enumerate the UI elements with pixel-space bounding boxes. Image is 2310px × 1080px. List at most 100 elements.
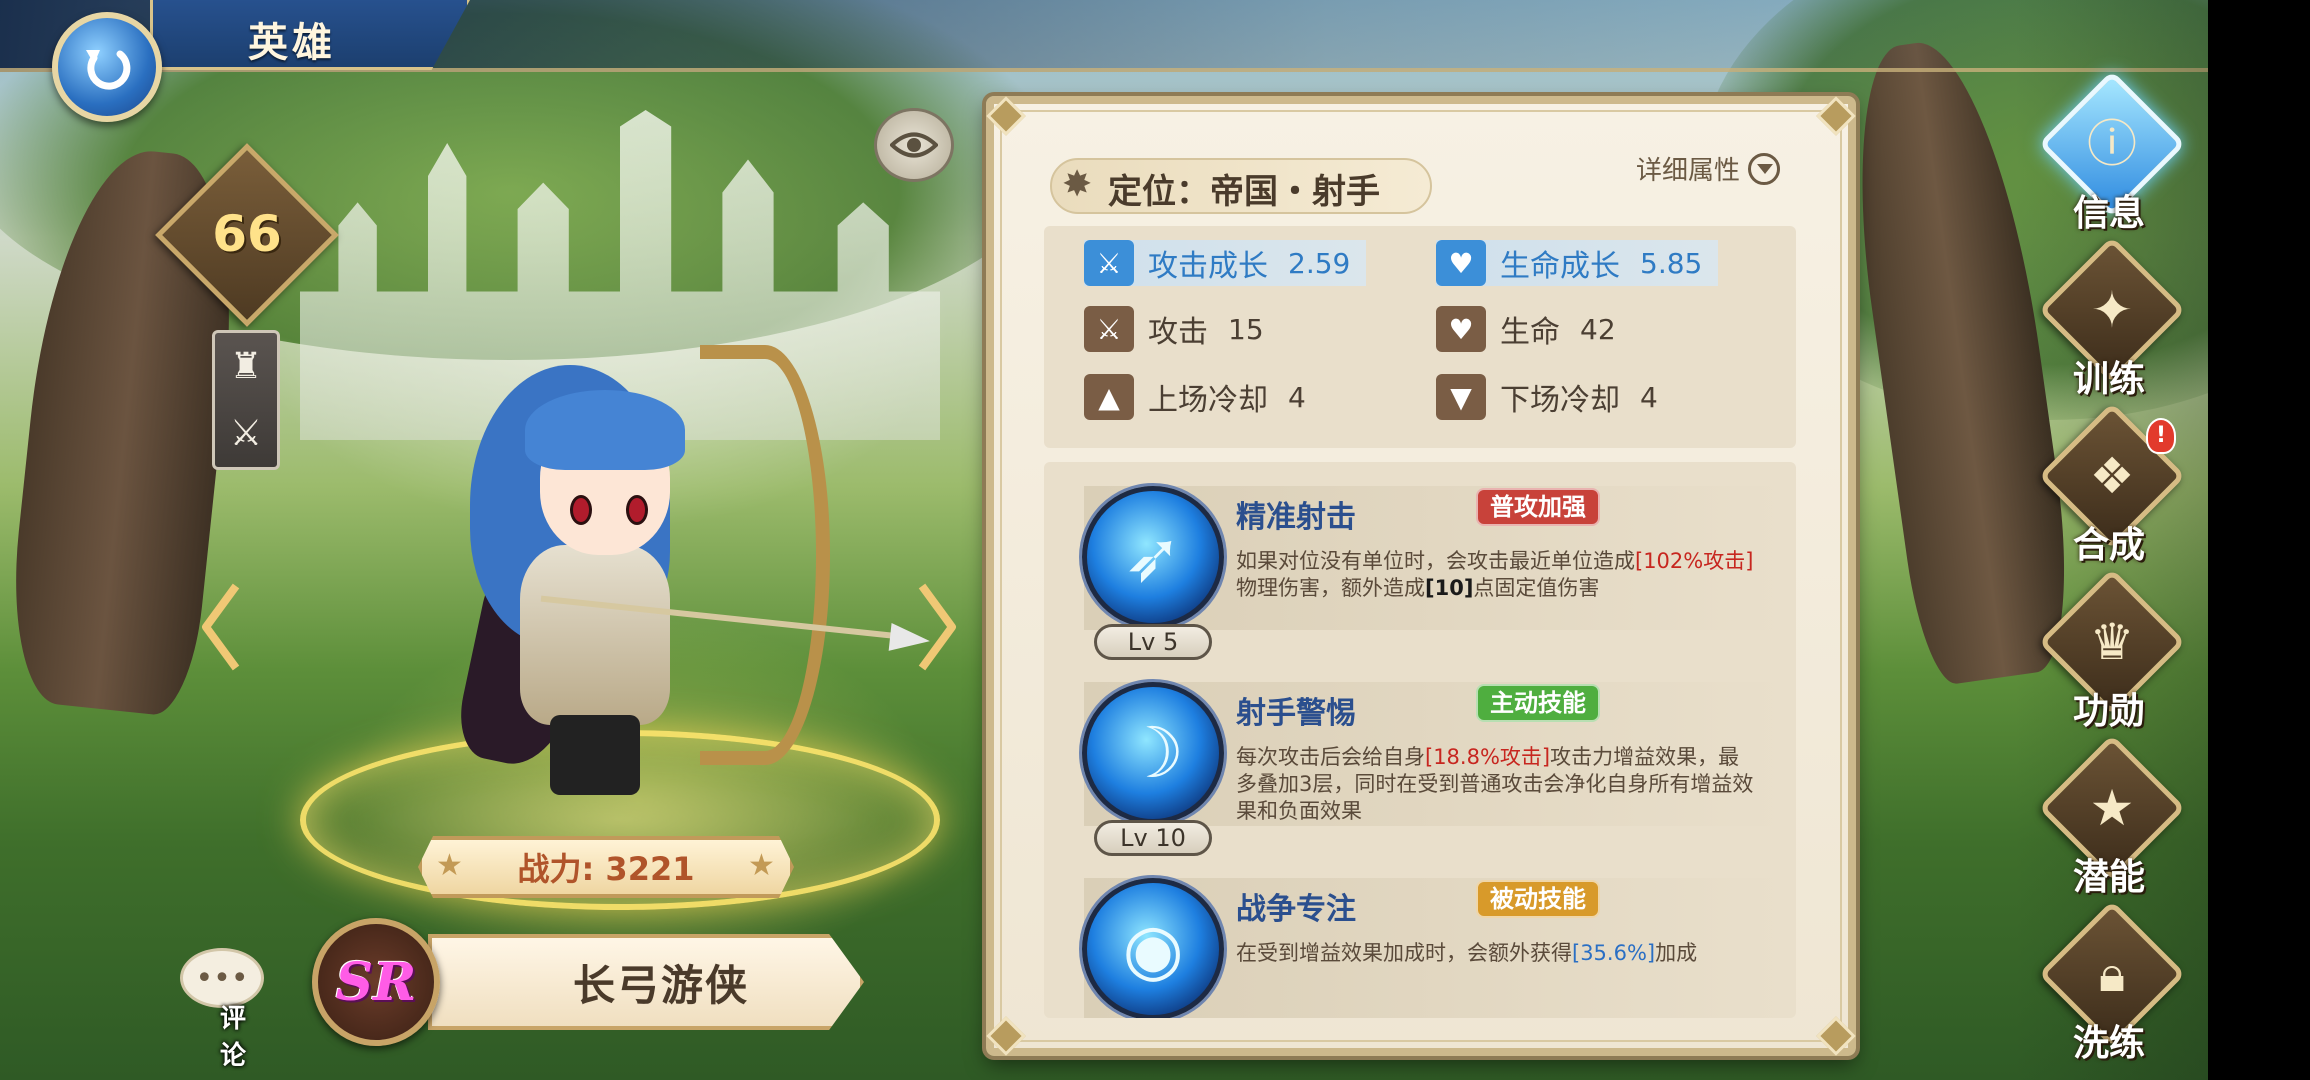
detail-attributes-label: 详细属性: [1636, 156, 1741, 186]
skill-desc-segment: 如果对位没有单位时，会攻击最近单位造成: [1236, 549, 1635, 573]
war-focus-icon: ◉: [1082, 878, 1224, 1018]
skill-desc-segment: 点固定值伤害: [1473, 576, 1600, 600]
hero-character[interactable]: [430, 345, 932, 795]
menu-label: 功勋: [2072, 691, 2145, 732]
skill-glyph: ☽: [1121, 712, 1185, 794]
stat-enter-cooldown: ▲ 上场冷却 4: [1084, 374, 1306, 420]
stat-value: 4: [1288, 380, 1306, 414]
precision-shot-icon: ➶: [1082, 486, 1224, 628]
tower-icon: ♜: [229, 345, 263, 387]
view-toggle-button[interactable]: [874, 108, 954, 182]
back-button[interactable]: [52, 12, 162, 122]
skill-description: 如果对位没有单位时，会攻击最近单位造成[102%攻击] 物理伤害，额外造成[10]…: [1236, 548, 1756, 602]
detail-attributes-toggle[interactable]: 详细属性: [1636, 150, 1781, 187]
alert-badge: !: [2146, 418, 2176, 454]
hero-body: [520, 545, 670, 725]
chevron-right-icon: [918, 583, 956, 671]
skill-name: 战争专注: [1236, 892, 1356, 927]
combat-power: 战力: 3221: [517, 850, 695, 888]
skill-desc-segment: 在受到增益效果加成时，会额外获得: [1236, 941, 1572, 965]
menu-refine[interactable]: 🔒︎ 洗练: [2034, 900, 2186, 1066]
merit-icon: ♛: [2089, 613, 2135, 671]
stat-attack: ⚔ 攻击 15: [1084, 306, 1264, 352]
menu-potential[interactable]: ★ 潜能: [2034, 734, 2186, 900]
stat-label: 生命成长: [1500, 249, 1620, 284]
skill-type-tag: 被动技能: [1476, 880, 1600, 918]
menu-training[interactable]: ✦ 训练: [2034, 236, 2186, 402]
star-icon: ✸: [1062, 164, 1093, 205]
menu-label: 潜能: [2072, 857, 2145, 898]
stat-exit-cooldown: ▼ 下场冷却 4: [1436, 374, 1658, 420]
chevron-left-icon: [202, 583, 240, 671]
skill-name: 射手警惕: [1236, 696, 1356, 731]
crossed-swords-icon: ⚔: [229, 412, 263, 454]
dropdown-icon: [1748, 152, 1781, 185]
stat-attack-growth: ⚔ 攻击成长 2.59: [1084, 240, 1367, 286]
skill-glyph: ➶: [1123, 516, 1183, 598]
stat-label: 上场冷却: [1148, 383, 1268, 418]
stat-value: 15: [1228, 312, 1264, 346]
skill-item[interactable]: ◉ 战争专注 被动技能 在受到增益效果加成时，会额外获得[35.6%]加成: [1044, 854, 1796, 1018]
skill-item[interactable]: ☽ Lv 10 射手警惕 主动技能 每次攻击后会给自身[18.8%攻击]攻击力增…: [1044, 658, 1796, 856]
stat-hp: ♥ 生命 42: [1436, 306, 1616, 352]
hero-position: 定位：帝国・射手: [1108, 172, 1380, 212]
skill-desc-segment: [18.8%攻击]: [1425, 745, 1551, 769]
skill-type-tag: 普攻加强: [1476, 488, 1600, 526]
skill-level: Lv 10: [1094, 820, 1212, 856]
enter-cooldown-icon: ▲: [1084, 374, 1134, 420]
stat-label: 攻击成长: [1148, 249, 1268, 284]
next-hero-button[interactable]: [918, 582, 958, 672]
attack-icon: ⚔: [1084, 306, 1134, 352]
menu-label: 信息: [2072, 193, 2145, 234]
comment-button[interactable]: ••• 评论: [180, 948, 270, 1071]
menu-label: 合成: [2072, 525, 2145, 566]
hp-growth-icon: ♥: [1436, 240, 1486, 286]
skill-description: 每次攻击后会给自身[18.8%攻击]攻击力增益效果，最多叠加3层，同时在受到普通…: [1236, 744, 1756, 825]
screen-edge-bar: [2208, 0, 2310, 1080]
skill-desc-segment: 加成: [1655, 941, 1698, 965]
hero-eye: [570, 495, 592, 525]
rarity-badge: SR: [312, 918, 440, 1046]
class-tag[interactable]: ♜ ⚔: [212, 330, 280, 470]
hero-level: 66: [212, 205, 282, 263]
eye-icon: [890, 132, 938, 158]
prev-hero-button[interactable]: [200, 582, 240, 672]
skill-desc-segment: [35.6%]: [1572, 941, 1656, 965]
skill-type-tag: 主动技能: [1476, 684, 1600, 722]
skill-desc-segment: 每次攻击后会给自身: [1236, 745, 1425, 769]
info-icon: ⓘ: [2087, 115, 2137, 173]
bow: [700, 345, 830, 765]
stat-hp-growth: ♥ 生命成长 5.85: [1436, 240, 1719, 286]
stat-value: 4: [1640, 380, 1658, 414]
skills-list: ➶ Lv 5 精准射击 普攻加强 如果对位没有单位时，会攻击最近单位造成[102…: [1044, 462, 1796, 1018]
stat-value: 42: [1580, 312, 1616, 346]
menu-merit[interactable]: ♛ 功勋: [2034, 568, 2186, 734]
comment-label: 评论: [220, 1004, 247, 1071]
rarity-text: SR: [335, 951, 417, 1013]
menu-synthesis[interactable]: ❖ ! 合成: [2034, 402, 2186, 568]
star-icon: ★: [748, 848, 775, 883]
stat-label: 下场冷却: [1500, 383, 1620, 418]
menu-info[interactable]: ⓘ 信息: [2034, 70, 2186, 236]
hero-name: 长弓游侠: [572, 960, 749, 1010]
stat-value: 5.85: [1640, 246, 1703, 280]
potential-icon: ★: [2089, 779, 2135, 837]
hero-legs: [550, 715, 640, 795]
hp-icon: ♥: [1436, 306, 1486, 352]
back-arrow-icon: [86, 50, 131, 90]
hero-eye: [626, 495, 648, 525]
training-icon: ✦: [2091, 281, 2133, 339]
star-icon: ★: [436, 848, 463, 883]
hero-name-plate: 长弓游侠: [428, 934, 864, 1030]
archer-vigilance-icon: ☽: [1082, 682, 1224, 824]
hero-bangs: [525, 390, 685, 470]
skill-glyph: ◉: [1122, 908, 1184, 990]
exit-cooldown-icon: ▼: [1436, 374, 1486, 420]
stat-label: 生命: [1500, 315, 1560, 350]
stat-label: 攻击: [1148, 315, 1208, 350]
skill-desc-segment: [10]: [1425, 576, 1474, 600]
page-title: 英雄: [248, 20, 336, 66]
skill-item[interactable]: ➶ Lv 5 精准射击 普攻加强 如果对位没有单位时，会攻击最近单位造成[102…: [1044, 462, 1796, 660]
combat-power-plate: 战力: 3221: [418, 836, 794, 898]
menu-label: 洗练: [2072, 1023, 2145, 1064]
